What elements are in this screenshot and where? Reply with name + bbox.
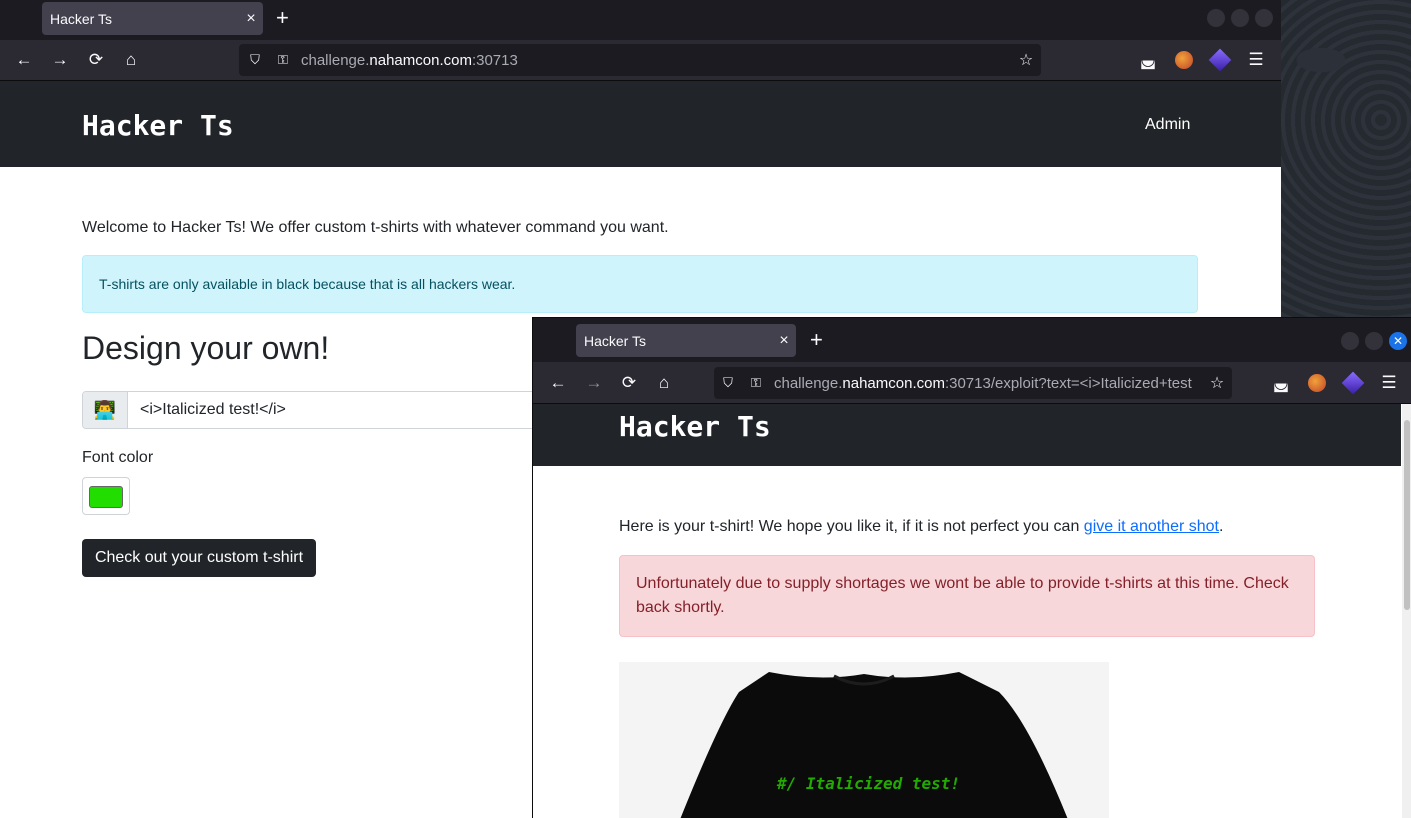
popup-url-host: nahamcon.com — [842, 374, 945, 392]
popup-site-brand[interactable]: Hacker Ts — [619, 410, 771, 443]
pocket-icon[interactable]: ◛ — [1138, 50, 1158, 70]
popup-site-header: Hacker Ts — [533, 404, 1401, 466]
popup-forward-arrow-icon[interactable]: → — [584, 373, 604, 393]
popup-navigation-toolbar: ← → ⟳ ⌂ ⛉ ⚿ challenge.nahamcon.com:30713… — [533, 362, 1411, 404]
font-color-label: Font color — [82, 449, 154, 466]
popup-tab-title: Hacker Ts — [584, 332, 646, 349]
reload-icon[interactable]: ⟳ — [86, 50, 106, 70]
maximize-window-button[interactable] — [1231, 9, 1249, 27]
bookmark-star-icon[interactable]: ☆ — [1011, 50, 1041, 70]
design-heading: Design your own! — [82, 330, 330, 366]
url-host: nahamcon.com — [369, 51, 472, 69]
back-arrow-icon[interactable]: ← — [14, 50, 34, 70]
minimize-window-button[interactable] — [1207, 9, 1225, 27]
popup-minimize-button[interactable] — [1341, 332, 1359, 350]
info-alert: T-shirts are only available in black bec… — [82, 255, 1198, 313]
lock-icon[interactable]: ⚿ — [269, 52, 297, 68]
popup-tab-bar: Hacker Ts × + ✕ — [533, 318, 1411, 362]
shield-icon[interactable]: ⛉ — [241, 52, 269, 68]
tab-hacker-ts[interactable]: Hacker Ts × — [42, 2, 263, 35]
supply-shortage-alert: Unfortunately due to supply shortages we… — [619, 555, 1315, 637]
popup-menu-icon[interactable]: ☰ — [1379, 373, 1399, 393]
popup-url-prefix: challenge. — [774, 374, 843, 392]
popup-browser-window: Hacker Ts × + ✕ ← → ⟳ ⌂ ⛉ ⚿ challenge.na… — [532, 317, 1411, 818]
popup-home-icon[interactable]: ⌂ — [654, 373, 674, 393]
check-out-shirt-button[interactable]: Check out your custom t-shirt — [82, 539, 316, 577]
site-brand[interactable]: Hacker Ts — [82, 109, 234, 142]
close-window-button[interactable] — [1255, 9, 1273, 27]
site-header: Hacker Ts Admin — [0, 81, 1281, 167]
tshirt-image — [680, 672, 1068, 818]
url-text[interactable]: challenge.nahamcon.com:30713 — [297, 52, 1011, 69]
popup-maximize-button[interactable] — [1365, 332, 1383, 350]
technologist-emoji-icon: 👨‍💻 — [83, 392, 128, 428]
popup-bookmark-star-icon[interactable]: ☆ — [1202, 373, 1232, 393]
extension-purple-icon[interactable] — [1208, 48, 1232, 72]
popup-url-suffix: :30713/exploit?text=<i>Italicized+test — [944, 374, 1192, 392]
close-tab-icon[interactable]: × — [239, 10, 263, 28]
popup-reload-icon[interactable]: ⟳ — [619, 373, 639, 393]
welcome-text: Welcome to Hacker Ts! We offer custom t-… — [82, 219, 669, 236]
popup-address-bar[interactable]: ⛉ ⚿ challenge.nahamcon.com:30713/exploit… — [714, 367, 1232, 399]
popup-intro-text: Here is your t-shirt! We hope you like i… — [619, 518, 1223, 536]
extension-fox-icon[interactable] — [1175, 51, 1193, 69]
url-suffix: :30713 — [471, 51, 518, 69]
font-color-picker[interactable] — [82, 477, 130, 515]
info-alert-text: T-shirts are only available in black bec… — [99, 276, 516, 292]
popup-scrollbar-thumb[interactable] — [1404, 420, 1410, 610]
popup-lock-icon[interactable]: ⚿ — [742, 375, 770, 391]
popup-shield-icon[interactable]: ⛉ — [714, 375, 742, 391]
popup-back-arrow-icon[interactable]: ← — [548, 373, 568, 393]
nav-admin-link[interactable]: Admin — [1145, 116, 1190, 134]
popup-close-tab-icon[interactable]: × — [772, 332, 796, 350]
intro-text-after: . — [1219, 518, 1224, 535]
tshirt-printed-text: #/ Italicized test! — [777, 774, 961, 793]
popup-pocket-icon[interactable]: ◛ — [1271, 373, 1291, 393]
tab-title: Hacker Ts — [50, 10, 112, 27]
tab-bar: Hacker Ts × + — [0, 0, 1281, 40]
font-color-swatch — [89, 486, 123, 508]
menu-icon[interactable]: ☰ — [1246, 50, 1266, 70]
popup-new-tab-button[interactable]: + — [810, 329, 823, 351]
url-prefix: challenge. — [301, 51, 370, 69]
tshirt-preview: #/ Italicized test! — [619, 662, 1109, 818]
close-x-icon: ✕ — [1392, 334, 1404, 348]
supply-shortage-alert-text: Unfortunately due to supply shortages we… — [636, 575, 1289, 616]
popup-url-text[interactable]: challenge.nahamcon.com:30713/exploit?tex… — [770, 375, 1202, 392]
navigation-toolbar: ← → ⟳ ⌂ ⛉ ⚿ challenge.nahamcon.com:30713… — [0, 40, 1281, 81]
new-tab-button[interactable]: + — [276, 7, 289, 29]
another-shot-link[interactable]: give it another shot — [1084, 518, 1219, 535]
intro-text-before: Here is your t-shirt! We hope you like i… — [619, 518, 1084, 535]
popup-close-window-button[interactable]: ✕ — [1389, 332, 1407, 350]
home-icon[interactable]: ⌂ — [121, 50, 141, 70]
popup-tab-hacker-ts[interactable]: Hacker Ts × — [576, 324, 796, 357]
popup-extension-purple-icon[interactable] — [1341, 371, 1365, 395]
popup-extension-fox-icon[interactable] — [1308, 374, 1326, 392]
forward-arrow-icon[interactable]: → — [50, 50, 70, 70]
address-bar[interactable]: ⛉ ⚿ challenge.nahamcon.com:30713 ☆ — [239, 44, 1041, 76]
